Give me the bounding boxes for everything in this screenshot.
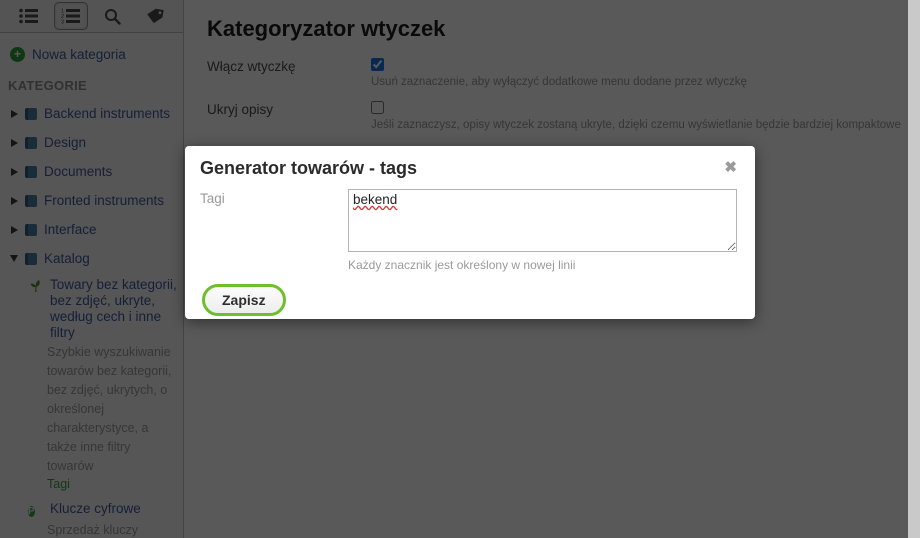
app-window: 1 2 3 [0, 0, 920, 538]
close-icon[interactable]: ✖ [724, 160, 737, 175]
tags-field-label: Tagi [200, 191, 225, 206]
tags-field-hint: Każdy znacznik jest określony w nowej li… [348, 258, 576, 272]
dialog-title: Generator towarów - tags [200, 158, 418, 178]
tags-textarea[interactable]: bekend [348, 189, 737, 252]
tags-dialog: Generator towarów - tags ✖ Tagi bekend K… [185, 146, 755, 319]
scrollbar[interactable] [908, 0, 920, 538]
dialog-save-button[interactable]: Zapisz [202, 284, 286, 316]
